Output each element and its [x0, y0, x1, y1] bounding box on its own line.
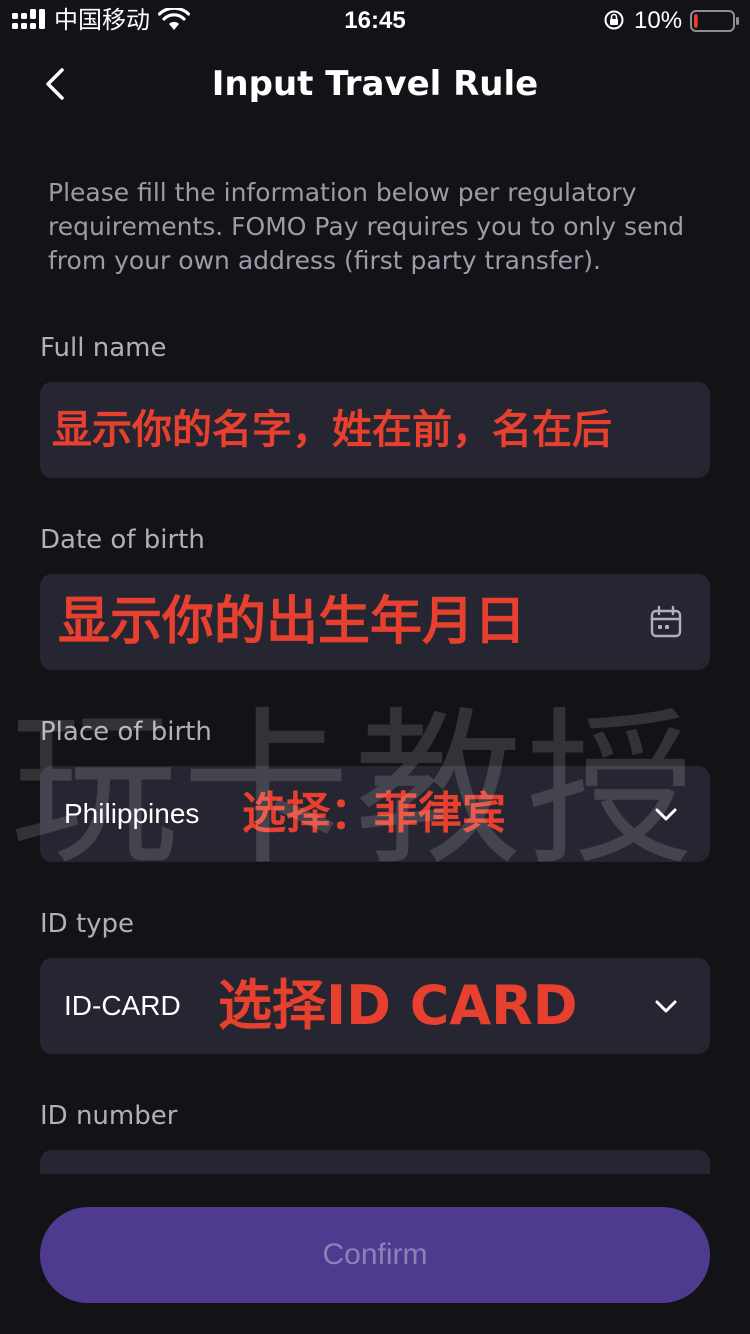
confirm-button[interactable]: Confirm	[40, 1207, 710, 1303]
app-screen: 中国移动 16:45 10% Input Travel Rule Please …	[0, 0, 750, 1334]
orientation-lock-icon	[604, 10, 624, 30]
battery-fill	[694, 14, 698, 28]
chevron-down-icon[interactable]	[648, 796, 684, 832]
full-name-label: Full name	[40, 333, 167, 363]
full-name-annotation: 显示你的名字，姓在前，名在后	[52, 407, 612, 453]
battery-icon	[690, 10, 739, 32]
status-bar: 中国移动 16:45 10%	[0, 0, 750, 42]
full-name-field[interactable]: 显示你的名字，姓在前，名在后	[40, 382, 710, 478]
intro-text: Please fill the information below per re…	[48, 178, 685, 275]
place-of-birth-label: Place of birth	[40, 717, 212, 747]
id-type-value: ID-CARD	[64, 990, 181, 1021]
id-number-label: ID number	[40, 1101, 178, 1131]
date-of-birth-annotation: 显示你的出生年月日	[58, 592, 527, 652]
page-title: Input Travel Rule	[211, 64, 539, 104]
date-of-birth-field[interactable]: 显示你的出生年月日	[40, 574, 710, 670]
place-of-birth-annotation: 选择：菲律宾	[242, 788, 506, 839]
chevron-left-icon[interactable]	[34, 62, 78, 106]
nav-bar: Input Travel Rule	[0, 42, 750, 126]
battery-percent: 10%	[634, 7, 683, 34]
place-of-birth-value: Philippines	[64, 798, 200, 829]
id-type-annotation: 选择ID CARD	[218, 974, 578, 1037]
id-type-select[interactable]: ID-CARD 选择ID CARD	[40, 958, 710, 1054]
place-of-birth-select[interactable]: Philippines 选择：菲律宾	[40, 766, 710, 862]
calendar-icon[interactable]	[648, 604, 684, 640]
chevron-down-icon[interactable]	[648, 988, 684, 1024]
id-type-label: ID type	[40, 909, 135, 939]
date-of-birth-label: Date of birth	[40, 525, 205, 555]
